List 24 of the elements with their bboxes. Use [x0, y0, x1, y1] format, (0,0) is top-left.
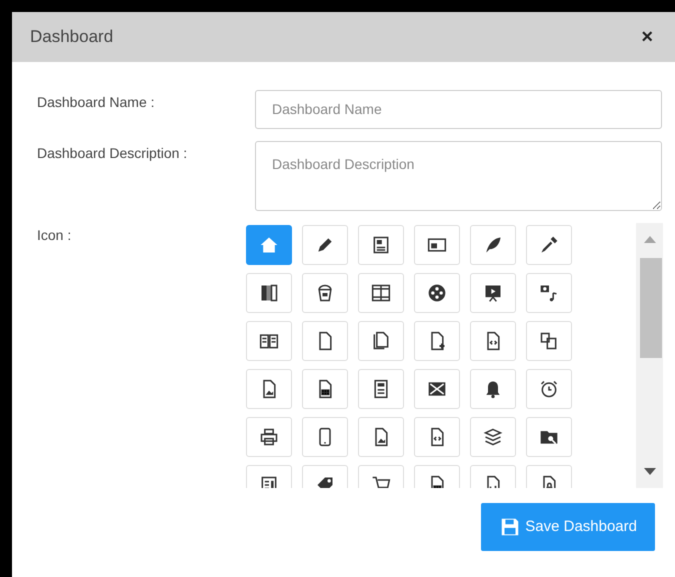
field-label: Dashboard Name : [37, 93, 156, 112]
film-icon [370, 283, 391, 303]
copy-icon [538, 331, 559, 351]
home-icon [258, 235, 279, 255]
close-button[interactable]: × [637, 27, 657, 47]
files-icon [370, 331, 391, 351]
scrollbar-thumb[interactable] [640, 258, 662, 358]
gradient-icon [258, 283, 279, 303]
newspaper-icon [370, 235, 391, 255]
eyedropper-icon [538, 235, 559, 255]
media-icon [538, 283, 559, 303]
presentation-icon [482, 283, 503, 303]
alarm-clock-icon [538, 379, 559, 399]
description-field[interactable]: Dashboard Description [255, 141, 662, 211]
scroll-down-icon[interactable] [644, 468, 656, 476]
save-icon [499, 516, 522, 538]
reel-icon [426, 283, 447, 303]
scrollbar[interactable] [636, 223, 663, 488]
dialog-title: Dashboard [30, 26, 114, 48]
field-label: Dashboard Description : [37, 144, 188, 163]
field-label: Icon : [37, 226, 72, 245]
printer-icon [258, 427, 279, 447]
name-field[interactable]: Dashboard Name [255, 90, 662, 129]
layers-icon [482, 427, 503, 447]
